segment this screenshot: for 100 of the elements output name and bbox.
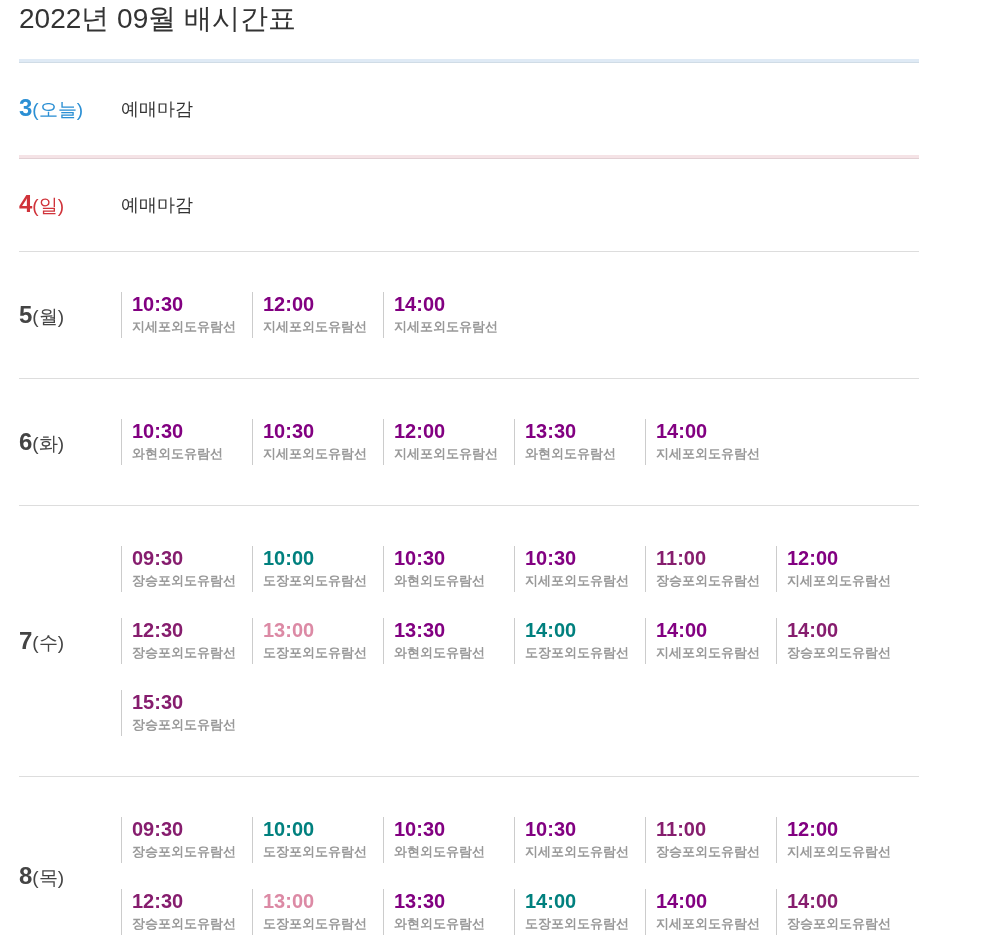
departure-slot[interactable]: 14:00 지세포외도유람선 (645, 419, 776, 465)
departure-slot[interactable]: 11:00 장승포외도유람선 (645, 817, 776, 863)
departure-time: 13:00 (263, 889, 316, 913)
status-text: 예매마감 (121, 193, 193, 217)
route-name: 장승포외도유람선 (132, 915, 237, 933)
departure-time: 15:30 (132, 690, 185, 714)
route-name: 장승포외도유람선 (132, 644, 237, 662)
departure-slot[interactable]: 10:30 지세포외도유람선 (514, 546, 645, 592)
route-name: 지세포외도유람선 (525, 572, 630, 590)
departure-time: 12:00 (394, 419, 447, 443)
departure-slot[interactable]: 14:00 장승포외도유람선 (776, 618, 907, 664)
departure-time: 14:00 (656, 618, 709, 642)
departure-time: 13:30 (394, 618, 447, 642)
route-name: 도장포외도유람선 (263, 843, 368, 861)
departure-time: 14:00 (656, 419, 709, 443)
departure-time: 12:00 (263, 292, 316, 316)
route-name: 지세포외도유람선 (263, 445, 368, 463)
departure-slot[interactable]: 14:00 지세포외도유람선 (645, 618, 776, 664)
departure-slot[interactable]: 09:30 장승포외도유람선 (121, 817, 252, 863)
departure-slot[interactable]: 12:00 지세포외도유람선 (776, 817, 907, 863)
departure-time: 14:00 (525, 618, 578, 642)
day-label: 7(수) (19, 626, 65, 656)
departure-time: 09:30 (132, 817, 185, 841)
departure-time: 12:30 (132, 618, 185, 642)
departure-slot[interactable]: 10:30 와현외도유람선 (383, 817, 514, 863)
route-name: 장승포외도유람선 (132, 843, 237, 861)
departure-time: 10:30 (525, 546, 578, 570)
departure-time: 10:30 (525, 817, 578, 841)
departure-slot[interactable]: 13:30 와현외도유람선 (383, 618, 514, 664)
departure-slot[interactable]: 10:30 와현외도유람선 (121, 419, 252, 465)
departure-slot[interactable]: 09:30 장승포외도유람선 (121, 546, 252, 592)
departure-slot[interactable]: 14:00 도장포외도유람선 (514, 889, 645, 935)
route-name: 장승포외도유람선 (132, 716, 237, 734)
route-name: 와현외도유람선 (132, 445, 224, 463)
departure-time: 10:00 (263, 546, 316, 570)
departure-time: 10:30 (394, 546, 447, 570)
route-name: 지세포외도유람선 (787, 572, 892, 590)
departure-slot[interactable]: 10:00 도장포외도유람선 (252, 817, 383, 863)
departure-time: 10:00 (263, 817, 316, 841)
departure-time: 10:30 (132, 419, 185, 443)
day-label: 5(월) (19, 300, 65, 330)
route-name: 지세포외도유람선 (263, 318, 368, 336)
departure-time: 13:30 (394, 889, 447, 913)
departure-time: 10:30 (132, 292, 185, 316)
route-name: 지세포외도유람선 (656, 644, 761, 662)
route-name: 와현외도유람선 (394, 915, 486, 933)
departure-time: 14:00 (525, 889, 578, 913)
departure-time: 11:00 (656, 817, 708, 841)
day-label: 4(일) (19, 190, 65, 219)
day-label: 8(목) (19, 861, 65, 891)
departure-time: 10:30 (263, 419, 316, 443)
route-name: 와현외도유람선 (525, 445, 617, 463)
status-text: 예매마감 (121, 97, 193, 121)
route-name: 지세포외도유람선 (656, 915, 761, 933)
departure-slot[interactable]: 13:30 와현외도유람선 (383, 889, 514, 935)
departure-time: 09:30 (132, 546, 185, 570)
departure-slot[interactable]: 11:00 장승포외도유람선 (645, 546, 776, 592)
departure-time: 12:00 (787, 546, 840, 570)
departure-slot[interactable]: 14:00 지세포외도유람선 (645, 889, 776, 935)
departure-slot[interactable]: 12:30 장승포외도유람선 (121, 618, 252, 664)
page-title: 2022년 09월 배시간표 (19, 2, 297, 36)
departure-time: 12:00 (787, 817, 840, 841)
departure-slot[interactable]: 14:00 장승포외도유람선 (776, 889, 907, 935)
departure-slot[interactable]: 10:30 지세포외도유람선 (514, 817, 645, 863)
route-name: 와현외도유람선 (394, 843, 486, 861)
route-name: 장승포외도유람선 (787, 915, 892, 933)
departure-slot[interactable]: 13:30 와현외도유람선 (514, 419, 645, 465)
departure-time: 14:00 (787, 889, 840, 913)
departure-slot[interactable]: 10:30 지세포외도유람선 (121, 292, 252, 338)
route-name: 도장포외도유람선 (525, 644, 630, 662)
day-label: 6(화) (19, 427, 65, 457)
departure-slot[interactable]: 12:00 지세포외도유람선 (776, 546, 907, 592)
departure-slot[interactable]: 15:30 장승포외도유람선 (121, 690, 252, 736)
route-name: 장승포외도유람선 (132, 572, 237, 590)
departure-slot[interactable]: 12:30 장승포외도유람선 (121, 889, 252, 935)
departure-time: 11:00 (656, 546, 708, 570)
departure-slot[interactable]: 12:00 지세포외도유람선 (252, 292, 383, 338)
departure-slot[interactable]: 12:00 지세포외도유람선 (383, 419, 514, 465)
departure-time: 14:00 (787, 618, 840, 642)
route-name: 지세포외도유람선 (525, 843, 630, 861)
departure-slot[interactable]: 10:30 와현외도유람선 (383, 546, 514, 592)
departure-time: 14:00 (394, 292, 447, 316)
route-name: 지세포외도유람선 (656, 445, 761, 463)
departure-time: 13:30 (525, 419, 578, 443)
departure-slot[interactable]: 14:00 지세포외도유람선 (383, 292, 514, 338)
departure-slot[interactable]: 10:30 지세포외도유람선 (252, 419, 383, 465)
departure-time: 13:00 (263, 618, 316, 642)
route-name: 지세포외도유람선 (394, 445, 499, 463)
route-name: 장승포외도유람선 (656, 843, 761, 861)
route-name: 장승포외도유람선 (656, 572, 761, 590)
departure-slot[interactable]: 14:00 도장포외도유람선 (514, 618, 645, 664)
route-name: 와현외도유람선 (394, 644, 486, 662)
route-name: 지세포외도유람선 (787, 843, 892, 861)
day-label: 3(오늘) (19, 94, 84, 123)
route-name: 와현외도유람선 (394, 572, 486, 590)
departure-time: 14:00 (656, 889, 709, 913)
departure-slot[interactable]: 10:00 도장포외도유람선 (252, 546, 383, 592)
route-name: 지세포외도유람선 (394, 318, 499, 336)
route-name: 도장포외도유람선 (525, 915, 630, 933)
route-name: 도장포외도유람선 (263, 915, 368, 933)
